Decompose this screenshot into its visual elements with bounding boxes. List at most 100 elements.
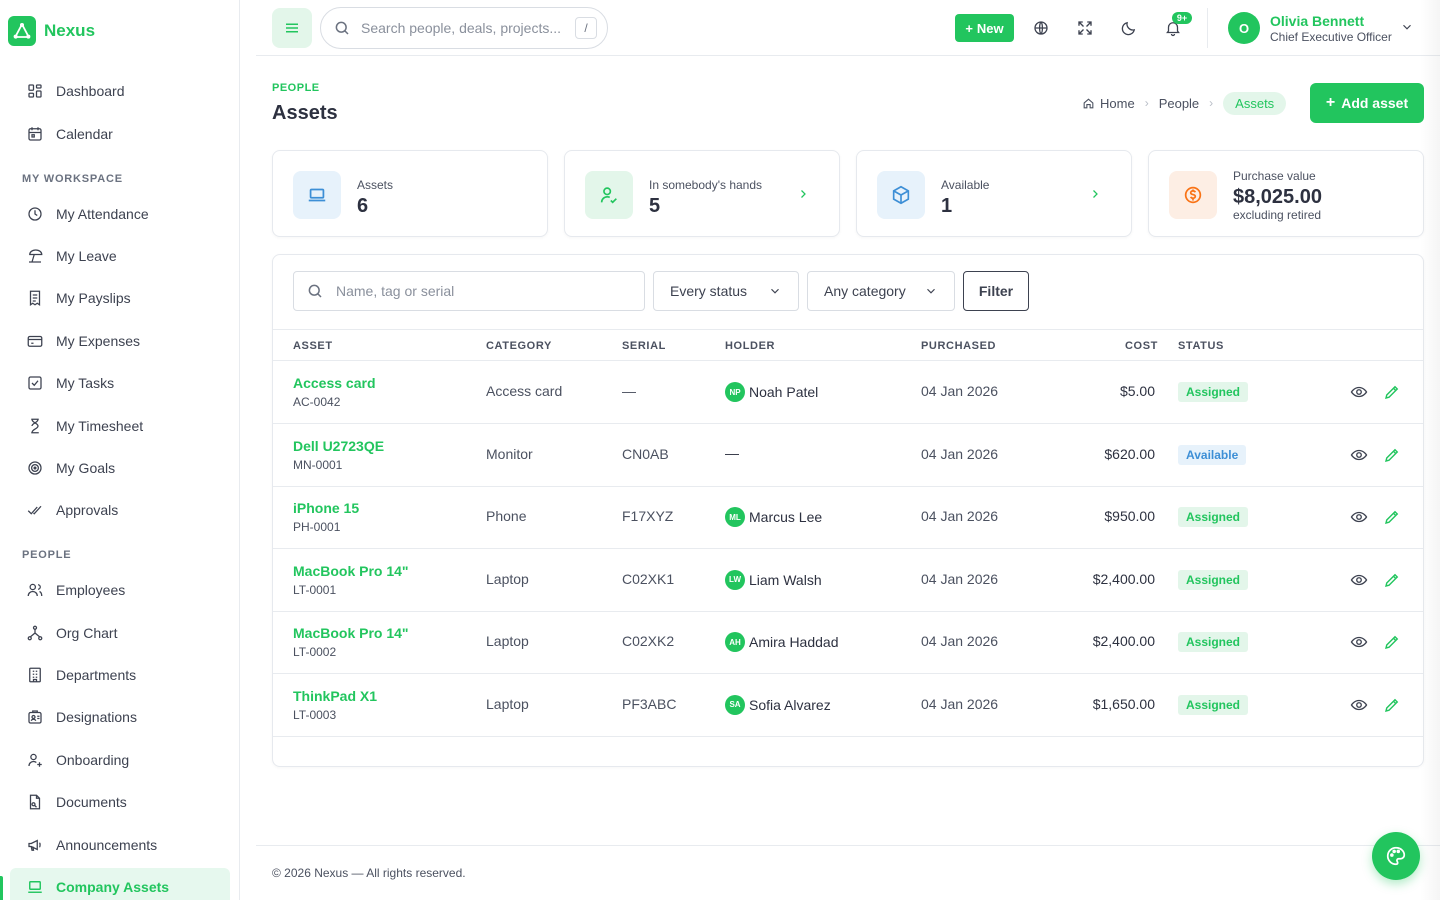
asset-search[interactable] <box>293 271 645 311</box>
sidebar-item-org-chart[interactable]: Org Chart <box>10 614 230 652</box>
asset-name-link[interactable]: ThinkPad X1 <box>293 688 377 704</box>
building-icon <box>29 667 41 683</box>
new-button[interactable]: + New <box>955 14 1014 42</box>
asset-serial: C02XK1 <box>622 570 675 587</box>
column-header-category[interactable]: CATEGORY <box>486 340 552 352</box>
sidebar-item-my-leave[interactable]: My Leave <box>10 237 230 275</box>
view-eye-icon[interactable] <box>1349 445 1369 465</box>
nexus-logo-icon <box>8 16 36 46</box>
asset-search-input[interactable] <box>336 283 616 299</box>
fullscreen-button[interactable] <box>1069 12 1101 44</box>
sidebar-item-my-timesheet[interactable]: My Timesheet <box>10 407 230 445</box>
avatar[interactable]: O <box>1228 12 1260 44</box>
sidebar-item-documents[interactable]: Documents <box>10 783 230 821</box>
column-header-purchased[interactable]: PURCHASED <box>921 340 996 352</box>
asset-serial: C02XK2 <box>622 633 675 649</box>
asset-name-link[interactable]: MacBook Pro 14" <box>293 563 409 579</box>
sidebar-item-announcements[interactable]: Announcements <box>10 826 230 864</box>
notification-badge: 9+ <box>1172 12 1192 24</box>
sidebar-item-label: My Expenses <box>56 333 141 349</box>
chevron-right-icon[interactable] <box>1089 187 1101 205</box>
column-header-holder[interactable]: HOLDER <box>725 340 775 352</box>
asset-category: Access card <box>486 383 563 399</box>
filter-button[interactable]: Filter <box>963 271 1029 311</box>
receipt-icon <box>29 290 41 306</box>
table-row[interactable]: MacBook Pro 14" LT-0002 Laptop C02XK2 AH Amir… <box>273 611 1423 674</box>
view-eye-icon[interactable] <box>1349 695 1369 715</box>
asset-name-link[interactable]: Dell U2723QE <box>293 438 384 454</box>
holder-avatar: AH <box>725 632 745 652</box>
user-name[interactable]: Olivia Bennett <box>1270 13 1364 29</box>
breadcrumb-home[interactable]: Home <box>1082 96 1135 111</box>
column-header-status[interactable]: STATUS <box>1178 340 1224 352</box>
sidebar-section-workspace: MY WORKSPACE <box>22 173 123 185</box>
table-row[interactable]: MacBook Pro 14" LT-0001 Laptop C02XK1 LW Liam… <box>273 549 1423 612</box>
table-row[interactable]: iPhone 15 PH-0001 Phone F17XYZ ML Marcus Lee 0… <box>273 486 1423 549</box>
add-asset-button[interactable]: + Add asset <box>1310 83 1424 123</box>
laptop-icon <box>293 171 341 219</box>
language-button[interactable] <box>1025 12 1057 44</box>
brand[interactable]: Nexus <box>8 16 95 46</box>
edit-pencil-icon[interactable] <box>1382 507 1402 527</box>
sidebar-item-employees[interactable]: Employees <box>10 571 230 609</box>
asset-name-link[interactable]: MacBook Pro 14" <box>293 625 409 641</box>
holder-avatar: SA <box>725 694 745 715</box>
sidebar-item-my-expenses[interactable]: My Expenses <box>10 322 230 360</box>
status-select[interactable]: Every status <box>653 271 799 311</box>
theme-toggle-button[interactable] <box>1113 12 1145 44</box>
sidebar-item-my-tasks[interactable]: My Tasks <box>10 364 230 402</box>
table-row[interactable]: ThinkPad X1 LT-0003 Laptop PF3ABC SA Sofia Al… <box>273 674 1423 737</box>
global-search-input[interactable] <box>361 20 561 36</box>
menu-toggle-button[interactable] <box>272 8 312 48</box>
breadcrumb-assets: Assets <box>1223 91 1287 115</box>
asset-name-link[interactable]: Access card <box>293 375 376 391</box>
sidebar-item-departments[interactable]: Departments <box>10 656 230 694</box>
sidebar-item-onboarding[interactable]: Onboarding <box>10 741 230 779</box>
clock-icon <box>28 207 42 221</box>
asset-purchased-date: 04 Jan 2026 <box>921 695 999 712</box>
sidebar-item-calendar[interactable]: Calendar <box>10 115 230 153</box>
asset-tag: PH-0001 <box>293 520 341 534</box>
user-menu-chevron-down-icon[interactable] <box>1400 20 1414 39</box>
page-title: Assets <box>272 102 338 124</box>
table-row[interactable]: Dell U2723QE MN-0001 Monitor CN0AB — 04 Jan 2… <box>273 424 1423 487</box>
sidebar-item-company-assets[interactable]: Company Assets <box>10 868 230 900</box>
document-icon <box>29 794 41 810</box>
asset-cost: $1,650.00 <box>1092 695 1155 712</box>
sidebar-item-my-payslips[interactable]: My Payslips <box>10 279 230 317</box>
column-header-serial[interactable]: SERIAL <box>622 340 666 352</box>
edit-pencil-icon[interactable] <box>1382 570 1402 590</box>
view-eye-icon[interactable] <box>1349 382 1369 402</box>
edit-pencil-icon[interactable] <box>1382 382 1402 402</box>
plus-icon: + <box>965 20 973 36</box>
sidebar-item-my-attendance[interactable]: My Attendance <box>10 195 230 233</box>
sidebar-item-approvals[interactable]: Approvals <box>10 491 230 529</box>
edit-pencil-icon[interactable] <box>1382 695 1402 715</box>
asset-tag: LT-0003 <box>293 707 337 722</box>
view-eye-icon[interactable] <box>1349 632 1369 652</box>
search-shortcut-key: / <box>575 17 597 39</box>
column-header-asset[interactable]: ASSET <box>293 340 333 352</box>
view-eye-icon[interactable] <box>1349 507 1369 527</box>
stat-label: Available <box>941 178 990 192</box>
category-select[interactable]: Any category <box>807 271 955 311</box>
status-badge: Assigned <box>1178 382 1249 402</box>
chevron-right-icon[interactable] <box>797 187 809 205</box>
breadcrumb-people[interactable]: People <box>1159 96 1199 111</box>
column-header-cost[interactable]: COST <box>1125 340 1158 352</box>
sidebar-item-designations[interactable]: Designations <box>10 698 230 736</box>
customizer-fab-button[interactable] <box>1372 832 1420 880</box>
holder-name: Sofia Alvarez <box>749 696 831 713</box>
edit-pencil-icon[interactable] <box>1382 445 1402 465</box>
sidebar-item-dashboard[interactable]: Dashboard <box>10 72 230 110</box>
global-search[interactable]: / <box>320 7 608 49</box>
edit-pencil-icon[interactable] <box>1382 632 1402 652</box>
asset-name-link[interactable]: iPhone 15 <box>293 500 359 516</box>
sidebar-item-my-goals[interactable]: My Goals <box>10 449 230 487</box>
stat-card-available[interactable]: Available 1 <box>856 150 1132 237</box>
table-row[interactable]: Access card AC-0042 Access card — NP Noah Pat… <box>273 361 1423 424</box>
stat-label: Assets <box>357 178 394 192</box>
holder-name: — <box>725 444 739 461</box>
view-eye-icon[interactable] <box>1349 570 1369 590</box>
stat-card-in-hands[interactable]: In somebody's hands 5 <box>564 150 840 237</box>
